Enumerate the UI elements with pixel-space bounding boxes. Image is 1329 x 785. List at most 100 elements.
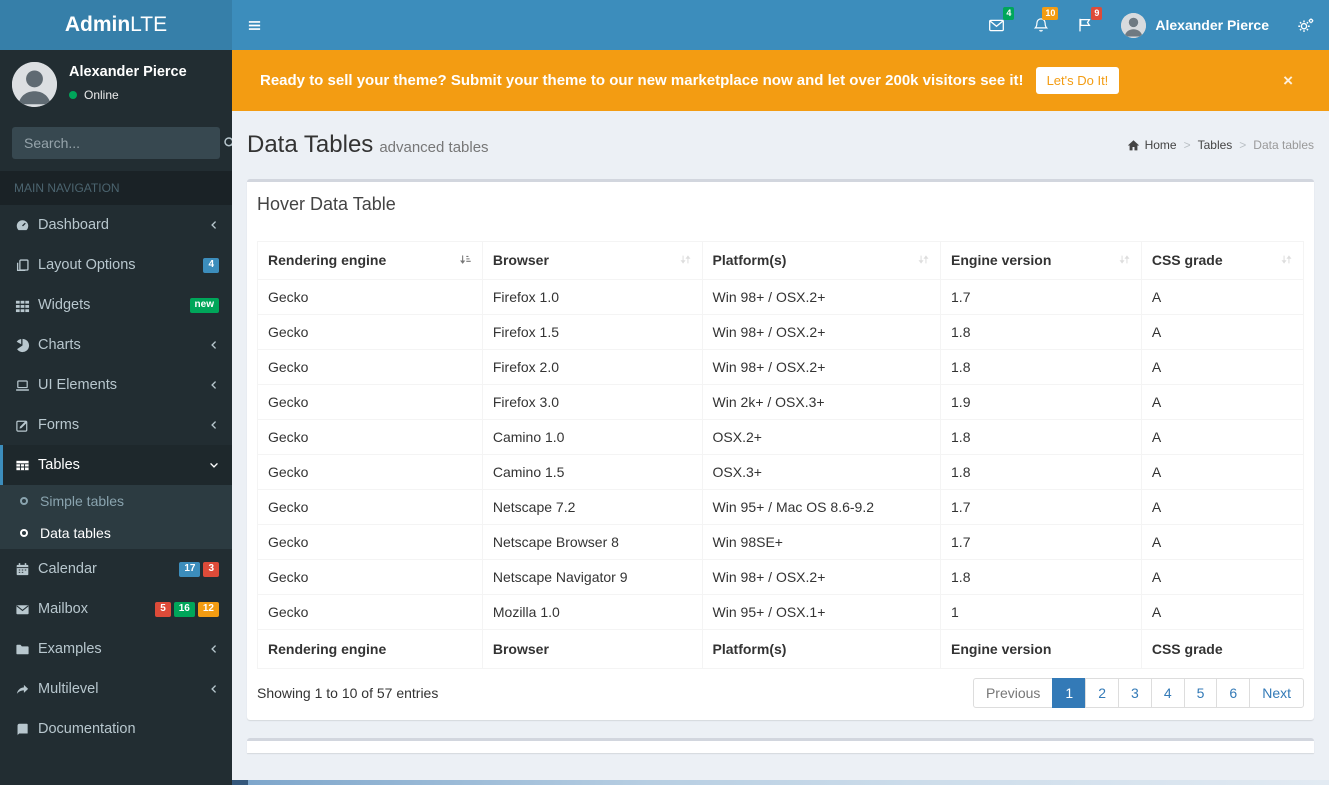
- table-cell: Netscape Browser 8: [481, 524, 703, 560]
- control-sidebar-button[interactable]: [1283, 0, 1329, 50]
- sidebar-item-dashboard[interactable]: Dashboard: [0, 205, 232, 245]
- column-header-engine-version[interactable]: Engine version: [940, 241, 1142, 280]
- sidebar-item-widgets[interactable]: Widgets new: [0, 285, 232, 325]
- content-wrapper: Ready to sell your theme? Submit your th…: [232, 50, 1329, 785]
- sidebar-section-header: MAIN NAVIGATION: [0, 171, 232, 205]
- sidebar-item-layout-options[interactable]: Layout Options 4: [0, 245, 232, 285]
- table-row: Gecko Mozilla 1.0 Win 95+ / OSX.1+ 1 A: [257, 594, 1305, 630]
- circle-o-icon: [20, 497, 28, 505]
- page-button-6[interactable]: 6: [1216, 678, 1251, 708]
- footer-column-css-grade: CSS grade: [1140, 629, 1305, 669]
- column-header-label: Engine version: [951, 252, 1052, 268]
- sidebar-toggle-button[interactable]: [232, 0, 276, 50]
- messages-menu-button[interactable]: 4: [974, 0, 1019, 50]
- table-cell: 1.8: [940, 349, 1142, 385]
- box-title: Hover Data Table: [257, 194, 396, 214]
- sidebar-item-mailbox[interactable]: Mailbox 5 16 12: [0, 589, 232, 629]
- sidebar-menu: Dashboard Layout Options 4 Widgets new Charts…: [0, 205, 232, 749]
- user-menu-button[interactable]: Alexander Pierce: [1107, 0, 1283, 50]
- box-header: Hover Data Table: [247, 182, 1314, 227]
- data-table: Rendering engine Browser Platform(s) Engine…: [257, 241, 1305, 669]
- table-cell: Firefox 1.0: [481, 279, 703, 315]
- sidebar-item-label: Documentation: [38, 721, 136, 737]
- breadcrumb-label: Home: [1144, 138, 1177, 152]
- sidebar-item-ui-elements[interactable]: UI Elements: [0, 365, 232, 405]
- sidebar-item-documentation[interactable]: Documentation: [0, 709, 232, 749]
- table-cell: Win 98+ / OSX.2+: [701, 314, 942, 350]
- chevron-left-icon: [209, 420, 219, 430]
- menu-badge: 4: [203, 257, 219, 273]
- column-header-platform-s[interactable]: Platform(s): [701, 241, 942, 280]
- sidebar-item-label: Calendar: [38, 561, 97, 577]
- table-cell: Win 98SE+: [701, 524, 942, 560]
- table-cell: 1.8: [940, 454, 1142, 490]
- sidebar-item-tables[interactable]: Tables: [0, 445, 232, 485]
- sidebar-item-label: Layout Options: [38, 257, 136, 273]
- user-status-label: Online: [84, 88, 119, 102]
- box-body: Rendering engine Browser Platform(s) Engine…: [247, 241, 1314, 720]
- user-status[interactable]: Online: [69, 88, 187, 102]
- table-row: Gecko Netscape 7.2 Win 95+ / Mac OS 8.6-9.…: [257, 489, 1305, 525]
- lets-do-it-button[interactable]: Let's Do It!: [1035, 67, 1120, 94]
- table-row: Gecko Firefox 3.0 Win 2k+ / OSX.3+ 1.9 A: [257, 384, 1305, 420]
- page-button-1[interactable]: 1: [1052, 678, 1087, 708]
- breadcrumb-link-home[interactable]: Home: [1127, 138, 1177, 152]
- banner-close-button[interactable]: ×: [1275, 67, 1301, 95]
- page-button-2[interactable]: 2: [1085, 678, 1120, 708]
- table-cell: Gecko: [257, 454, 483, 490]
- sidebar-item-label: Tables: [38, 457, 80, 473]
- sidebar-item-examples[interactable]: Examples: [0, 629, 232, 669]
- navbar: 4 10 9 Alexander Pierce: [232, 0, 1329, 50]
- page-title: Data Tables advanced tables: [247, 131, 489, 159]
- column-header-css-grade[interactable]: CSS grade: [1140, 241, 1305, 280]
- breadcrumb-link-tables[interactable]: Tables: [1198, 138, 1233, 152]
- sidebar-subitem-simple-tables[interactable]: Simple tables: [0, 485, 232, 517]
- sidebar-item-label: Dashboard: [38, 217, 109, 233]
- table-cell: OSX.3+: [701, 454, 942, 490]
- column-header-label: CSS grade: [1151, 252, 1223, 268]
- page-subtitle: advanced tables: [379, 139, 489, 156]
- breadcrumb-label: Tables: [1197, 138, 1233, 152]
- sidebar-item-calendar[interactable]: Calendar 17 3: [0, 549, 232, 589]
- chevron-down-icon: [209, 460, 219, 470]
- circle-o-icon: [20, 529, 28, 537]
- notifications-menu-button[interactable]: 10: [1019, 0, 1063, 50]
- sidebar-subitem-label: Data tables: [40, 525, 111, 541]
- sidebar-item-charts[interactable]: Charts: [0, 325, 232, 365]
- table-cell: Camino 1.0: [481, 419, 703, 455]
- table-cell: Win 2k+ / OSX.3+: [701, 384, 942, 420]
- table-cell: Gecko: [257, 524, 483, 560]
- search-input[interactable]: [12, 127, 217, 159]
- ui-elements-icon: [15, 378, 30, 393]
- page-button-3[interactable]: 3: [1118, 678, 1152, 708]
- table-footer-row: Showing 1 to 10 of 57 entries Previous 1 2…: [257, 678, 1304, 708]
- search-button[interactable]: [217, 127, 232, 159]
- column-header-rendering-engine[interactable]: Rendering engine: [257, 241, 483, 280]
- table-cell: 1.8: [940, 314, 1142, 350]
- brand-logo[interactable]: AdminLTE: [0, 0, 232, 50]
- table-cell: A: [1140, 314, 1305, 350]
- breadcrumb: Home Tables Data tables: [1087, 138, 1314, 152]
- multilevel-icon: [15, 682, 30, 697]
- column-header-label: Rendering engine: [268, 252, 387, 268]
- menu-badge: 16: [173, 601, 195, 617]
- sidebar-subitem-data-tables[interactable]: Data tables: [0, 517, 232, 549]
- table-cell: Win 98+ / OSX.2+: [701, 349, 942, 385]
- tasks-menu-button[interactable]: 9: [1063, 0, 1107, 50]
- sidebar-subitem-label: Simple tables: [40, 493, 125, 509]
- column-header-browser[interactable]: Browser: [481, 241, 703, 280]
- sidebar-item-label: Widgets: [38, 297, 91, 313]
- page-button-4[interactable]: 4: [1150, 678, 1185, 708]
- sidebar-item-multilevel[interactable]: Multilevel: [0, 669, 232, 709]
- table-cell: Win 98+ / OSX.2+: [701, 279, 942, 315]
- table-cell: Gecko: [257, 314, 483, 350]
- table-cell: A: [1140, 594, 1305, 630]
- sidebar-item-forms[interactable]: Forms: [0, 405, 232, 445]
- sidebar-search-form: [12, 127, 232, 159]
- calendar-icon: [15, 562, 30, 577]
- table-info: Showing 1 to 10 of 57 entries: [257, 685, 439, 701]
- page-button-5[interactable]: 5: [1183, 678, 1218, 708]
- dashboard-icon: [15, 218, 30, 233]
- page-button-previous[interactable]: Previous: [972, 678, 1054, 708]
- page-button-next[interactable]: Next: [1249, 678, 1304, 708]
